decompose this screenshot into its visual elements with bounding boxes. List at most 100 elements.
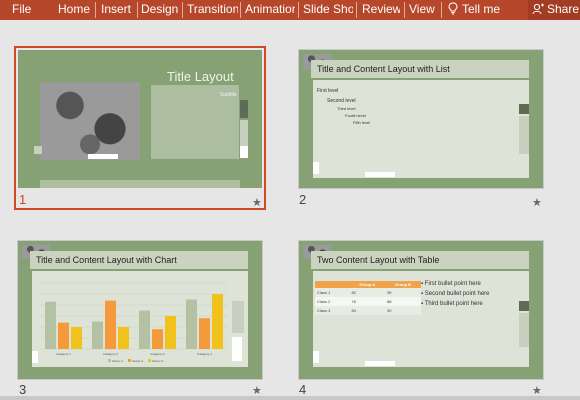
tab-review[interactable]: Review (362, 0, 400, 20)
slide-subtitle: Subtitle (220, 92, 237, 98)
decor-square (313, 351, 319, 363)
table-cell: 90 (385, 306, 421, 315)
slide-number: 3 (19, 382, 27, 397)
tab-separator (182, 2, 183, 18)
decor-square (88, 154, 118, 159)
bullet-level-5: Fifth level (353, 120, 371, 125)
tab-animations[interactable]: Animations (245, 0, 295, 20)
tell-me-box[interactable]: Tell me (448, 0, 500, 20)
table-row: Class 3 84 90 (315, 306, 421, 315)
slide-thumbnail-3[interactable]: Title and Content Layout with Chart Cate… (18, 241, 262, 379)
bullet-text: Second bullet point here (424, 291, 490, 297)
slide-title: Title and Content Layout with List (317, 64, 450, 74)
slide-thumbnail-1[interactable]: Title Layout Subtitle (18, 50, 262, 188)
chart-bar (139, 310, 150, 349)
bullet-level-3: Third level (337, 106, 356, 111)
decor-square (365, 172, 395, 177)
table-cell: 84 (349, 306, 386, 315)
legend-swatch (128, 359, 131, 362)
decor-square (240, 100, 248, 118)
table-header (315, 281, 350, 288)
decor-square (232, 337, 242, 361)
ribbon-tabs: File Home Insert Design Transitions Anim… (0, 0, 580, 20)
tab-separator (441, 2, 442, 18)
tab-design[interactable]: Design (141, 0, 181, 20)
tab-insert[interactable]: Insert (101, 0, 137, 20)
table-row: Class 1 82 95 (315, 288, 421, 297)
animation-star-icon[interactable]: ★ (532, 196, 542, 209)
content-placeholder (313, 80, 529, 178)
decor-square (519, 313, 529, 347)
decor-square (34, 146, 42, 154)
tab-file[interactable]: File (12, 0, 52, 20)
slide-title: Two Content Layout with Table (317, 255, 440, 265)
chart-bar (105, 300, 116, 349)
chart-bar (45, 301, 56, 349)
table-cell: Class 2 (315, 297, 350, 306)
table-header: Group A (349, 281, 386, 288)
table-cell: 88 (385, 297, 421, 306)
slide-thumbnail-4[interactable]: Two Content Layout with Table Group A Gr… (299, 241, 543, 379)
slide-thumbnail-2[interactable]: Title and Content Layout with List First… (299, 50, 543, 188)
bullet-item: ▪ Third bullet point here (421, 301, 483, 307)
table-cell: 95 (385, 288, 421, 297)
decor-square (365, 361, 395, 366)
table-cell: 76 (349, 297, 386, 306)
tab-slide-show[interactable]: Slide Show (303, 0, 353, 20)
bullet-level-4: Fourth level (345, 113, 366, 118)
bullet-text: First bullet point here (424, 281, 481, 287)
decor-square (519, 301, 529, 311)
table-header: Group B (385, 281, 421, 288)
slide-title: Title Layout (167, 69, 234, 84)
tab-separator (404, 2, 405, 18)
animation-star-icon[interactable]: ★ (252, 196, 262, 209)
chart-bar (186, 299, 197, 349)
table-row: Class 2 76 88 (315, 297, 421, 306)
decor-square (519, 104, 529, 114)
tab-separator (137, 2, 138, 18)
tell-me-label: Tell me (462, 2, 501, 16)
table-cell: Class 1 (315, 288, 350, 297)
slide-sorter: Title Layout Subtitle 1 ★ Title and Cont… (0, 20, 580, 397)
slide-number: 1 (19, 192, 27, 207)
legend-label: Series 2 (132, 359, 143, 363)
bullet-item: ▪ First bullet point here (421, 281, 481, 287)
decor-square (232, 301, 244, 333)
data-table: Group A Group B Class 1 82 95 Class 2 76… (315, 281, 421, 315)
chart-bar (165, 316, 176, 349)
category-label: Category 4 (197, 352, 212, 356)
category-label: Category 2 (103, 352, 118, 356)
chart-bar (199, 318, 210, 349)
category-label: Category 1 (56, 352, 71, 356)
share-button[interactable]: Share (528, 0, 580, 20)
table-cell: 82 (349, 288, 386, 297)
decor-square (519, 116, 529, 154)
chart-bar (58, 322, 69, 349)
tab-view[interactable]: View (409, 0, 439, 20)
decor-square (240, 146, 248, 158)
share-label: Share (547, 2, 580, 16)
person-add-icon (532, 3, 544, 15)
chart-bar (212, 294, 223, 349)
decor-square (313, 162, 319, 174)
bullet-level-2: Second level (327, 98, 356, 104)
slide-number: 2 (299, 192, 307, 207)
legend-swatch (148, 359, 151, 362)
decor-square (32, 351, 38, 363)
chart-bar (92, 321, 103, 349)
tab-separator (240, 2, 241, 18)
chart-bar (118, 327, 129, 349)
status-bar (0, 396, 580, 400)
lightbulb-icon (448, 2, 458, 15)
legend-swatch (108, 359, 111, 362)
tab-transitions[interactable]: Transitions (187, 0, 238, 20)
decor-square (240, 120, 248, 146)
legend-label: Series 3 (152, 359, 163, 363)
slide-number: 4 (299, 382, 307, 397)
tab-separator (95, 2, 96, 18)
chart-bar (71, 327, 82, 349)
chart-bar (152, 329, 163, 349)
bullet-level-1: First level (317, 88, 339, 94)
slide-photo (40, 82, 140, 160)
tab-home[interactable]: Home (58, 0, 94, 20)
